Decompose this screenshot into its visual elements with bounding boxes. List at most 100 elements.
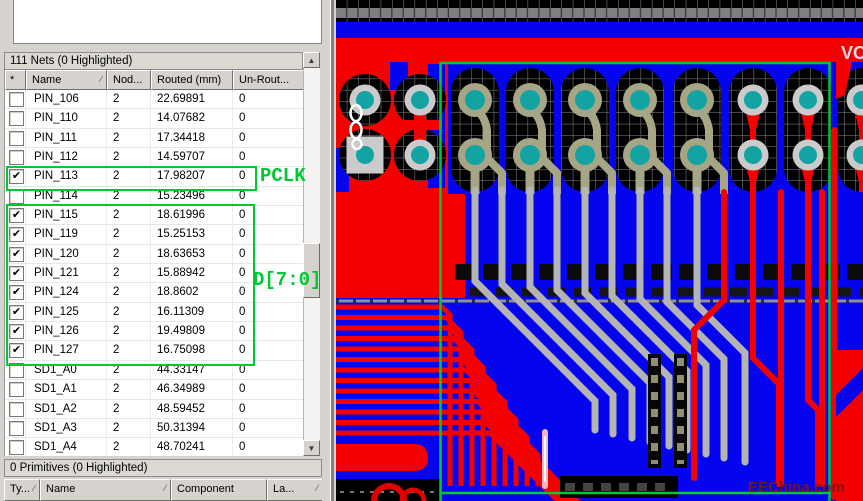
- net-nodes: 2: [107, 283, 151, 303]
- net-unrouted-length: 0: [233, 109, 303, 129]
- table-row[interactable]: PIN_114 2 15.23496 0: [5, 186, 304, 207]
- net-unrouted-length: 0: [233, 361, 303, 381]
- net-name: SD1_A0: [26, 360, 107, 381]
- checkbox-checked[interactable]: ✔: [9, 246, 24, 262]
- net-routed-length: 17.98207: [151, 167, 233, 187]
- checkbox-unchecked[interactable]: [9, 130, 24, 146]
- table-row[interactable]: ✔ PIN_126 2 19.49809 0: [5, 322, 304, 342]
- net-name: PIN_111: [26, 128, 107, 149]
- table-row[interactable]: PIN_106 2 22.69891 0: [5, 90, 304, 110]
- watermark: EEChina.com: [748, 479, 845, 496]
- table-row[interactable]: PIN_111 2 17.34418 0: [5, 128, 304, 149]
- net-name: PIN_125: [26, 302, 107, 323]
- checkbox-checked[interactable]: ✔: [9, 227, 24, 243]
- select-cell: ✔: [5, 322, 26, 342]
- select-cell: [5, 380, 26, 400]
- checkbox-unchecked[interactable]: [9, 111, 24, 127]
- table-row[interactable]: SD1_A1 2 46.34989 0: [5, 380, 304, 400]
- table-row[interactable]: SD1_A3 2 50.31394 0: [5, 418, 304, 439]
- checkbox-unchecked[interactable]: [9, 188, 24, 204]
- net-routed-length: 17.34418: [151, 128, 233, 149]
- sort-icon: ∕: [100, 74, 102, 84]
- table-row[interactable]: SD1_A4 2 48.70241 0: [5, 438, 304, 456]
- net-nodes: 2: [107, 322, 151, 342]
- column-header-unrouted[interactable]: Un-Rout...: [233, 70, 304, 90]
- net-nodes: 2: [107, 244, 151, 265]
- plane-net-label: VC: [841, 43, 863, 63]
- net-name: PIN_126: [26, 322, 107, 342]
- checkbox-checked[interactable]: ✔: [9, 285, 24, 301]
- checkbox-unchecked[interactable]: [9, 440, 24, 456]
- checkbox-unchecked[interactable]: [9, 150, 24, 166]
- net-routed-length: 14.59707: [151, 148, 233, 168]
- net-routed-length: 19.49809: [151, 322, 233, 342]
- net-nodes: 2: [107, 109, 151, 129]
- net-routed-length: 14.07682: [151, 109, 233, 129]
- checkbox-checked[interactable]: ✔: [9, 266, 24, 282]
- column-header-routed[interactable]: Routed (mm): [151, 70, 233, 90]
- select-cell: [5, 128, 26, 149]
- select-cell: [5, 360, 26, 381]
- column-header-layer[interactable]: La... ∕: [267, 479, 322, 501]
- net-class-listbox[interactable]: [13, 0, 322, 44]
- table-row[interactable]: ✔ PIN_124 2 18.8602 0: [5, 283, 304, 303]
- table-row[interactable]: ✔ PIN_115 2 18.61996 0: [5, 206, 304, 226]
- table-row[interactable]: ✔ PIN_121 2 15.88942 0: [5, 264, 304, 284]
- net-nodes: 2: [107, 148, 151, 168]
- primitives-section-header: 0 Primitives (0 Highlighted): [4, 459, 322, 477]
- table-row[interactable]: ✔ PIN_119 2 15.25153 0: [5, 225, 304, 245]
- scrollbar-thumb[interactable]: [303, 243, 320, 298]
- net-name: PIN_106: [26, 90, 107, 110]
- checkbox-checked[interactable]: ✔: [9, 169, 24, 185]
- checkbox-checked[interactable]: ✔: [9, 304, 24, 320]
- select-cell: ✔: [5, 225, 26, 245]
- select-cell: ✔: [5, 206, 26, 226]
- table-row[interactable]: ✔ PIN_127 2 16.75098 0: [5, 341, 304, 361]
- scroll-up-button[interactable]: ▲: [303, 52, 320, 68]
- checkbox-unchecked[interactable]: [9, 401, 24, 417]
- nets-section-header: 111 Nets (0 Highlighted): [4, 52, 303, 70]
- net-unrouted-length: 0: [233, 322, 303, 342]
- net-nodes: 2: [107, 302, 151, 323]
- table-row[interactable]: PIN_110 2 14.07682 0: [5, 109, 304, 129]
- panel-divider: [330, 0, 334, 501]
- column-header-select[interactable]: *: [5, 70, 26, 90]
- column-header-type[interactable]: Ty... ∕: [4, 479, 40, 501]
- table-row[interactable]: ✔ PIN_113 2 17.98207 0: [5, 167, 304, 187]
- net-unrouted-length: 0: [233, 245, 303, 265]
- outline-bar-ticks: [336, 8, 863, 18]
- net-routed-length: 15.23496: [151, 186, 233, 207]
- nets-table-header: * Name ∕ Nod... Routed (mm) Un-Rout...: [5, 70, 304, 90]
- net-nodes: 2: [107, 399, 151, 419]
- checkbox-unchecked[interactable]: [9, 92, 24, 107]
- pcb-view[interactable]: VC EEChina.com: [336, 0, 863, 501]
- table-row[interactable]: PIN_112 2 14.59707 0: [5, 148, 304, 168]
- primitives-table-header: Ty... ∕ Name ∕ Component La... ∕: [4, 479, 322, 501]
- net-routed-length: 18.8602: [151, 283, 233, 303]
- column-header-name[interactable]: Name ∕: [26, 70, 107, 90]
- table-row[interactable]: SD1_A0 2 44.33147 0: [5, 360, 304, 381]
- net-unrouted-length: 0: [233, 400, 303, 419]
- net-name: PIN_114: [26, 186, 107, 207]
- scroll-down-button[interactable]: ▼: [303, 440, 320, 456]
- table-row[interactable]: ✔ PIN_125 2 16.11309 0: [5, 302, 304, 323]
- table-row[interactable]: SD1_A2 2 48.59452 0: [5, 399, 304, 419]
- select-cell: ✔: [5, 244, 26, 265]
- checkbox-unchecked[interactable]: [9, 420, 24, 436]
- select-cell: [5, 418, 26, 439]
- checkbox-checked[interactable]: ✔: [9, 343, 24, 359]
- net-unrouted-length: 0: [233, 90, 303, 110]
- column-header-component[interactable]: Component: [171, 479, 267, 501]
- column-header-nodes[interactable]: Nod...: [107, 70, 151, 90]
- checkbox-checked[interactable]: ✔: [9, 208, 24, 224]
- net-unrouted-length: 0: [233, 438, 303, 456]
- column-header-prim-name[interactable]: Name ∕: [40, 479, 171, 501]
- net-nodes: 2: [107, 90, 151, 110]
- net-unrouted-length: 0: [233, 341, 303, 361]
- checkbox-unchecked[interactable]: [9, 382, 24, 398]
- net-name: SD1_A1: [26, 380, 107, 400]
- net-unrouted-length: 0: [233, 380, 303, 400]
- checkbox-checked[interactable]: ✔: [9, 324, 24, 340]
- table-row[interactable]: ✔ PIN_120 2 18.63653 0: [5, 244, 304, 265]
- checkbox-unchecked[interactable]: [9, 362, 24, 378]
